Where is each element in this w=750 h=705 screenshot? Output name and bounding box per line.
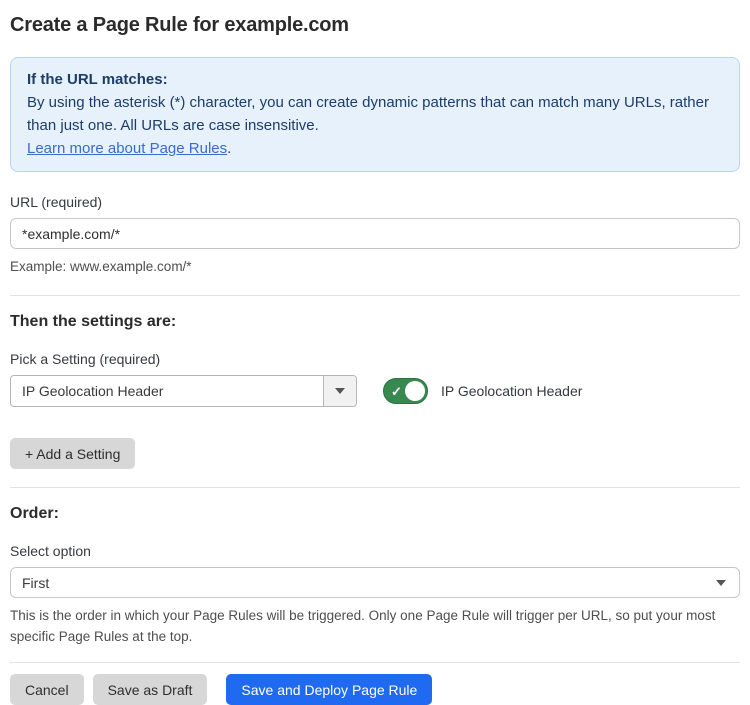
info-box-body: By using the asterisk (*) character, you… (27, 91, 723, 137)
footer-button-row: Cancel Save as Draft Save and Deploy Pag… (10, 674, 740, 705)
url-matches-info-box: If the URL matches: By using the asteris… (10, 57, 740, 172)
page-title: Create a Page Rule for example.com (10, 14, 740, 37)
select-option-label: Select option (10, 543, 740, 559)
check-icon: ✓ (391, 385, 402, 398)
url-input[interactable] (10, 218, 740, 249)
url-example-help: Example: www.example.com/* (10, 256, 740, 277)
learn-more-link[interactable]: Learn more about Page Rules (27, 140, 227, 157)
chevron-down-icon (716, 580, 726, 586)
ip-geolocation-toggle[interactable]: ✓ (383, 378, 428, 404)
setting-select-arrow-button[interactable] (323, 376, 356, 406)
order-select-value: First (22, 575, 49, 591)
cancel-button[interactable]: Cancel (10, 674, 84, 705)
settings-section-heading: Then the settings are: (10, 313, 740, 331)
divider (10, 662, 740, 663)
divider (10, 295, 740, 296)
pick-setting-label: Pick a Setting (required) (10, 351, 740, 367)
save-and-deploy-button[interactable]: Save and Deploy Page Rule (226, 674, 432, 705)
setting-select-value: IP Geolocation Header (11, 376, 323, 406)
toggle-label: IP Geolocation Header (441, 383, 582, 399)
info-box-link-line: Learn more about Page Rules. (27, 137, 723, 160)
setting-select[interactable]: IP Geolocation Header (10, 375, 357, 407)
info-box-heading: If the URL matches: (27, 68, 723, 91)
link-period: . (227, 140, 231, 157)
order-section-heading: Order: (10, 505, 740, 523)
divider (10, 487, 740, 488)
url-field-label: URL (required) (10, 194, 740, 210)
save-as-draft-button[interactable]: Save as Draft (93, 674, 208, 705)
setting-row: IP Geolocation Header ✓ IP Geolocation H… (10, 375, 740, 407)
chevron-down-icon (335, 388, 345, 394)
toggle-knob (405, 381, 425, 401)
order-help-text: This is the order in which your Page Rul… (10, 605, 740, 647)
add-setting-button[interactable]: + Add a Setting (10, 438, 135, 469)
order-select[interactable]: First (10, 567, 740, 598)
